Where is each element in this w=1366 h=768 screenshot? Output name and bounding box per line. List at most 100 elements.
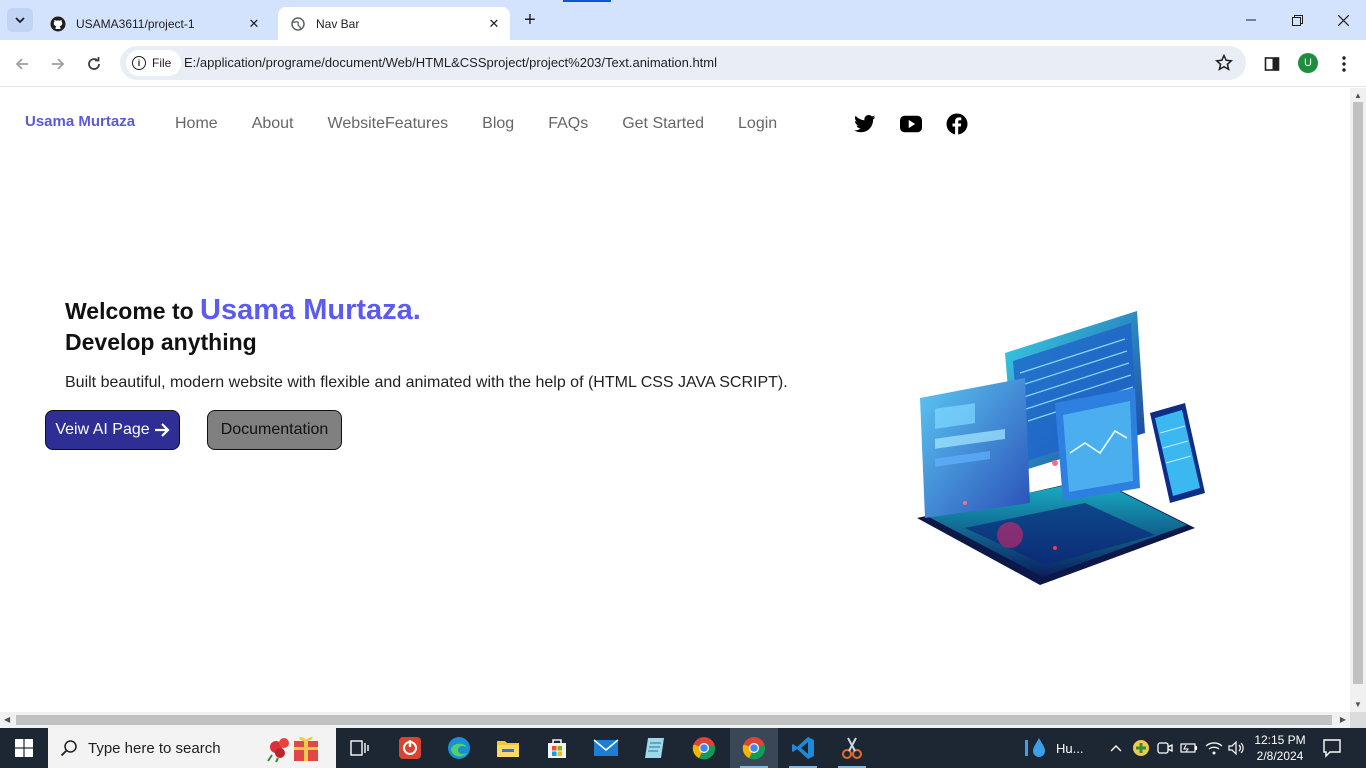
arrow-left-icon [15, 58, 28, 70]
minimize-icon [1246, 19, 1256, 21]
facebook-icon[interactable] [946, 113, 968, 135]
edge-icon [448, 737, 470, 759]
reload-button[interactable] [80, 50, 108, 78]
taskbar-app-chrome[interactable] [680, 728, 728, 768]
taskbar-app-mail[interactable] [582, 728, 630, 768]
forward-button[interactable] [44, 50, 72, 78]
taskbar-app-power[interactable] [386, 728, 434, 768]
info-icon: i [132, 56, 146, 70]
snipping-tool-icon [842, 737, 862, 759]
task-view-button[interactable] [336, 728, 384, 768]
restore-icon [1291, 14, 1303, 26]
tab-search-button[interactable] [7, 8, 33, 32]
hero-laptop-illustration [917, 311, 1205, 585]
humidity-drop-icon [1025, 738, 1045, 757]
menu-kebab-icon[interactable] [1333, 53, 1355, 75]
browser-tab-strip: USAMA3611/project-1 ✕ Nav Bar ✕ + [0, 0, 1366, 40]
vertical-scrollbar[interactable]: ▲ ▼ [1350, 88, 1366, 712]
arrow-right-icon [52, 58, 65, 70]
page-viewport: Usama Murtaza Home About WebsiteFeatures… [0, 88, 1350, 712]
meet-now-icon[interactable] [1157, 728, 1173, 768]
profile-avatar[interactable]: U [1298, 53, 1318, 73]
github-icon [50, 16, 66, 32]
start-button[interactable] [0, 728, 48, 768]
back-button[interactable] [8, 50, 36, 78]
scroll-thumb[interactable] [16, 715, 1332, 725]
search-placeholder: Type here to search [88, 739, 221, 757]
scroll-right-icon[interactable]: ▶ [1340, 715, 1346, 724]
reload-icon [88, 57, 100, 70]
weather-widget[interactable]: Hu... [1024, 728, 1083, 768]
scroll-left-icon[interactable]: ◀ [4, 715, 10, 724]
close-window-button[interactable] [1320, 0, 1366, 40]
scroll-corner [1350, 712, 1366, 728]
brand-logo[interactable]: Usama Murtaza [25, 113, 135, 130]
close-icon[interactable]: ✕ [244, 14, 264, 34]
close-icon[interactable]: ✕ [484, 14, 504, 34]
notes-icon [645, 738, 664, 758]
chevron-down-icon [15, 17, 25, 24]
scroll-down-icon[interactable]: ▼ [1354, 700, 1362, 709]
browser-toolbar: i File E:/application/programe/document/… [0, 40, 1366, 87]
tab-github[interactable]: USAMA3611/project-1 ✕ [38, 7, 270, 40]
horizontal-scrollbar[interactable]: ◀ ▶ [0, 712, 1350, 728]
close-icon [1337, 14, 1349, 26]
url-text[interactable]: E:/application/programe/document/Web/HTM… [184, 55, 717, 70]
new-tab-button[interactable]: + [518, 8, 542, 32]
scroll-thumb[interactable] [1353, 102, 1363, 684]
nav-home[interactable]: Home [175, 115, 218, 133]
volume-icon[interactable] [1228, 728, 1246, 768]
side-panel-icon[interactable] [1261, 53, 1283, 75]
wifi-icon[interactable] [1205, 728, 1223, 768]
site-chip-label: File [152, 56, 172, 70]
hero-heading: Welcome to Usama Murtaza. [65, 294, 421, 327]
address-bar[interactable]: i File E:/application/programe/document/… [120, 46, 1246, 80]
mail-icon [593, 739, 619, 756]
documentation-button[interactable]: Documentation [207, 410, 342, 450]
taskbar-app-store[interactable] [533, 728, 581, 768]
taskbar-search[interactable]: Type here to search [48, 728, 336, 768]
notification-icon[interactable] [1322, 738, 1342, 758]
social-links [854, 113, 968, 135]
nav-blog[interactable]: Blog [482, 115, 514, 133]
twitter-icon[interactable] [854, 113, 876, 135]
search-icon [60, 740, 77, 757]
taskbar-app-notes[interactable] [631, 728, 679, 768]
main-nav: Home About WebsiteFeatures Blog FAQs Get… [175, 115, 811, 133]
system-clock[interactable]: 12:15 PM 2/8/2024 [1250, 732, 1310, 764]
windows-taskbar: Type here to search Hu... 12:15 PM 2/8/2… [0, 728, 1366, 768]
restore-button[interactable] [1274, 0, 1320, 40]
tab-title: Nav Bar [316, 16, 360, 31]
view-ai-page-button[interactable]: Veiw AI Page [45, 410, 180, 450]
youtube-icon[interactable] [900, 113, 922, 135]
taskbar-app-edge[interactable] [435, 728, 483, 768]
site-info-chip[interactable]: i File [126, 50, 182, 76]
tab-nav-bar[interactable]: Nav Bar ✕ [278, 7, 510, 40]
battery-icon[interactable] [1180, 728, 1198, 768]
hero-welcome: Welcome to [65, 298, 194, 324]
chevron-up-icon[interactable] [1110, 728, 1122, 768]
nav-get-started[interactable]: Get Started [622, 115, 704, 133]
taskbar-app-snip[interactable] [828, 728, 876, 768]
taskbar-app-vscode[interactable] [779, 728, 827, 768]
nav-website-features[interactable]: WebsiteFeatures [328, 115, 449, 133]
chrome-icon [742, 737, 766, 760]
bookmark-star-icon[interactable] [1214, 53, 1234, 73]
hero-name: Usama Murtaza. [200, 294, 421, 326]
scroll-up-icon[interactable]: ▲ [1354, 91, 1362, 100]
clock-time: 12:15 PM [1254, 733, 1306, 747]
hero-subtitle: Develop anything [65, 329, 257, 355]
nav-faqs[interactable]: FAQs [548, 115, 588, 133]
arrow-right-icon [154, 423, 170, 437]
nav-login[interactable]: Login [738, 115, 777, 133]
clock-date: 2/8/2024 [1256, 749, 1304, 763]
view-ai-page-label: Veiw AI Page [55, 421, 150, 438]
nav-about[interactable]: About [252, 115, 294, 133]
tab-group-indicator [563, 0, 611, 2]
taskbar-app-explorer[interactable] [484, 728, 532, 768]
minimize-button[interactable] [1228, 0, 1274, 40]
taskbar-app-chrome-active[interactable] [730, 728, 778, 768]
vscode-icon [792, 737, 814, 759]
update-shield-icon[interactable] [1132, 728, 1150, 768]
store-icon [548, 739, 566, 758]
